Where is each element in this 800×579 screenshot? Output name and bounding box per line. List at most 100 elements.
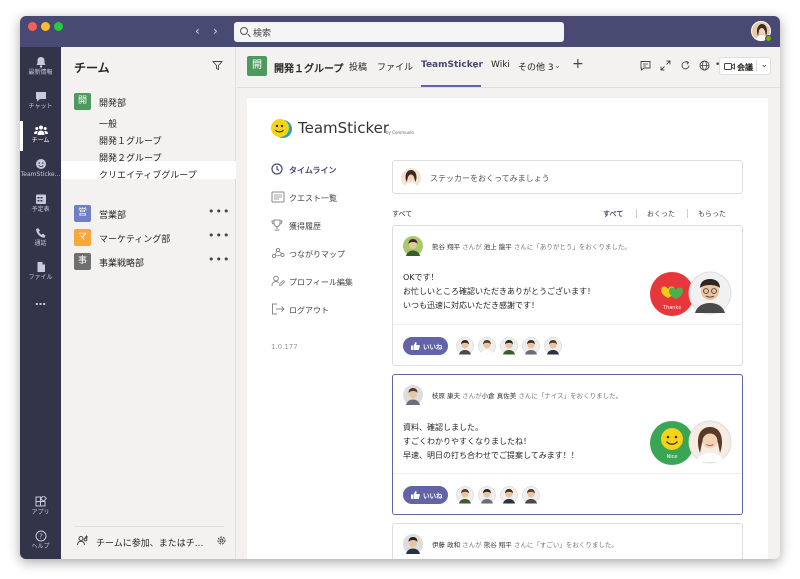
menu-logout[interactable]: ログアウト <box>271 303 381 317</box>
add-tab-icon[interactable]: + <box>572 56 584 72</box>
teams-icon <box>33 125 48 135</box>
rail-item-calls[interactable]: 通話 <box>20 222 61 256</box>
tab-wiki[interactable]: Wiki <box>491 60 510 70</box>
avatar <box>403 236 423 256</box>
liker-avatar[interactable] <box>478 337 496 355</box>
like-button[interactable]: いいね <box>403 486 448 504</box>
receiver-name[interactable]: 池上 龍平 <box>484 243 512 251</box>
liker-avatar[interactable] <box>456 337 474 355</box>
gear-icon[interactable] <box>216 535 227 546</box>
like-button[interactable]: いいね <box>403 337 448 355</box>
rail-item-activity[interactable]: 最新情報 <box>20 51 61 85</box>
filter-sent[interactable]: おくった <box>647 209 675 219</box>
divider <box>393 473 741 474</box>
rail-label: 最新情報 <box>28 69 53 76</box>
team-item-marketing[interactable]: マ マーケティング部 ••• <box>61 228 236 248</box>
avatar <box>688 420 732 464</box>
globe-icon[interactable] <box>699 60 710 71</box>
join-team-link[interactable]: チームに参加、またはチ... <box>96 536 203 549</box>
compose-input[interactable]: ステッカーをおくってみましょう <box>430 173 550 184</box>
menu-timeline[interactable]: タイムライン <box>271 163 381 177</box>
more-options-icon[interactable]: ••• <box>208 205 230 218</box>
meet-button[interactable]: 会議 ⌄ <box>719 57 771 75</box>
team-item-strategy[interactable]: 事 事業戦略部 ••• <box>61 252 236 272</box>
tab-files[interactable]: ファイル <box>377 60 413 73</box>
avatar <box>403 385 423 405</box>
team-item-dev[interactable]: 開 開発部 <box>61 92 236 112</box>
liker-avatar[interactable] <box>500 337 518 355</box>
thumbs-up-icon <box>411 342 420 350</box>
rail-item-teams[interactable]: チーム <box>20 119 61 153</box>
chevron-down-icon[interactable]: ⌄ <box>554 61 561 70</box>
title-bar: ‹ › 検索 <box>20 16 780 47</box>
chevron-down-icon[interactable]: ⌄ <box>472 61 479 70</box>
tab-posts[interactable]: 投稿 <box>349 60 367 73</box>
liker-avatar[interactable] <box>500 486 518 504</box>
rail-item-apps[interactable]: アプリ <box>20 491 61 525</box>
bell-icon <box>36 57 45 68</box>
post-message: 資料、確認しました。 すごくわかりやすくなりましたね！ 早速、明日の打ち合わせで… <box>403 421 579 463</box>
receiver-name[interactable]: 小倉 真佐美 <box>482 392 517 400</box>
sticker-post: 枝原 康夫 さんが小倉 真佐美 さんに「ナイス」をおくりました。 資料、確認しま… <box>392 374 743 515</box>
sender-name[interactable]: 熊谷 翔平 <box>432 243 460 251</box>
tab-more[interactable]: その他 3 <box>518 60 554 73</box>
more-options-icon[interactable]: ••• <box>208 253 230 266</box>
zoom-window-button[interactable] <box>54 22 63 31</box>
team-item-sales[interactable]: 営 営業部 ••• <box>61 204 236 224</box>
menu-label: プロフィール編集 <box>289 278 353 287</box>
forward-arrow-icon[interactable]: › <box>213 24 218 38</box>
brand-sub: by Communio <box>386 130 414 135</box>
message-line: 早速、明日の打ち合わせでご提案してみます！！ <box>403 451 579 460</box>
channel-item[interactable]: クリエイティブグループ <box>99 168 197 181</box>
divider <box>756 60 757 72</box>
rail-item-help[interactable]: ? ヘルプ <box>20 525 61 559</box>
liker-avatar[interactable] <box>544 337 562 355</box>
menu-history[interactable]: 獲得履歴 <box>271 219 381 233</box>
filter-received[interactable]: もらった <box>698 209 726 219</box>
rail-item-more[interactable]: … <box>20 293 61 327</box>
team-tile: 営 <box>74 205 91 222</box>
liker-avatar[interactable] <box>456 486 474 504</box>
help-icon: ? <box>35 530 46 542</box>
avatar <box>401 168 421 188</box>
more-options-icon[interactable]: ••• <box>208 229 230 242</box>
liker-avatar[interactable] <box>522 486 540 504</box>
expand-icon[interactable] <box>660 60 671 71</box>
menu-quests[interactable]: クエスト一覧 <box>271 191 381 205</box>
rail-label: ファイル <box>28 274 53 281</box>
post-header-text: さんが <box>462 541 482 549</box>
rail-item-files[interactable]: ファイル <box>20 256 61 290</box>
menu-label: タイムライン <box>289 166 337 175</box>
receiver-name[interactable]: 熊谷 翔平 <box>484 541 512 549</box>
chevron-down-icon[interactable]: ⌄ <box>761 60 768 69</box>
filter-label: すべて <box>392 210 413 218</box>
menu-profile-edit[interactable]: プロフィール編集 <box>271 275 381 289</box>
channel-item-selected[interactable]: 開発１グループ <box>99 134 161 147</box>
filter-icon[interactable] <box>212 60 223 71</box>
menu-connections[interactable]: つながりマップ <box>271 247 381 261</box>
rail-item-chat[interactable]: チャット <box>20 85 61 119</box>
channel-item[interactable]: 一般 <box>99 117 117 130</box>
conversation-icon[interactable] <box>640 60 651 71</box>
rail-label: アプリ <box>31 509 50 516</box>
back-arrow-icon[interactable]: ‹ <box>195 24 200 38</box>
join-team-icon[interactable] <box>76 535 89 546</box>
close-window-button[interactable] <box>28 22 37 31</box>
filter-all[interactable]: すべて <box>603 209 623 219</box>
rail-item-calendar[interactable]: 予定表 <box>20 188 61 222</box>
minimize-window-button[interactable] <box>41 22 50 31</box>
compose-box[interactable]: ステッカーをおくってみましょう <box>392 160 743 194</box>
refresh-icon[interactable] <box>680 60 691 71</box>
trophy-icon <box>271 219 283 231</box>
profile-edit-icon <box>271 275 285 287</box>
channel-item[interactable]: 開発２グループ <box>99 151 161 164</box>
team-name: 開発部 <box>99 99 127 109</box>
sender-name[interactable]: 伊藤 政和 <box>432 541 460 549</box>
post-header: 伊藤 政和 さんが 熊谷 翔平 さんに「すごい」をおくりました。 <box>432 539 618 549</box>
liker-avatar[interactable] <box>478 486 496 504</box>
rail-item-teamsticker[interactable]: TeamSticke... <box>20 153 61 187</box>
liker-avatar[interactable] <box>522 337 540 355</box>
sender-name[interactable]: 枝原 康夫 <box>432 392 460 400</box>
search-box[interactable]: 検索 <box>234 22 564 42</box>
search-input[interactable]: 検索 <box>253 26 271 39</box>
